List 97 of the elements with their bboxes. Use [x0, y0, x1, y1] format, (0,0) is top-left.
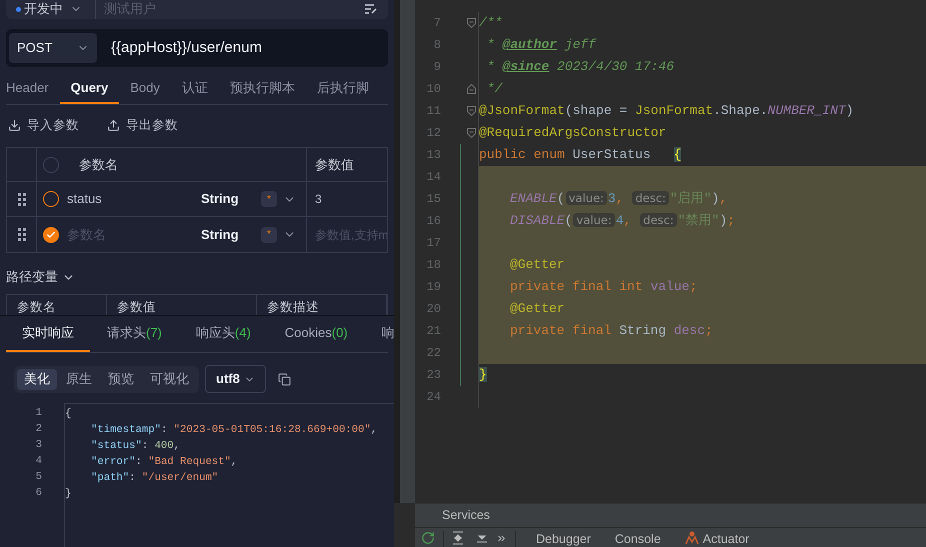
check-icon — [46, 230, 56, 240]
line-number: 8 — [432, 37, 441, 54]
type-label[interactable]: String — [201, 189, 261, 209]
line-number: 6 — [34, 486, 42, 501]
row-checkbox[interactable] — [43, 191, 59, 207]
line-number: 19 — [426, 279, 441, 296]
more-icon[interactable] — [496, 533, 507, 544]
line-number: 9 — [432, 59, 441, 76]
line-number: 20 — [426, 301, 441, 318]
line-number: 16 — [426, 213, 441, 230]
code-line: @Getter — [510, 256, 565, 274]
code-line: private final int value; — [510, 278, 698, 296]
row-checkbox[interactable] — [43, 226, 59, 242]
drag-handle-icon[interactable] — [18, 192, 26, 206]
code-line: private final String desc; — [510, 322, 713, 340]
param-value-field[interactable]: 3 — [307, 190, 387, 208]
line-number: 3 — [34, 438, 42, 453]
line-number: 5 — [34, 470, 42, 485]
panel-title: Services — [442, 507, 490, 524]
required-toggle[interactable]: * — [261, 226, 277, 242]
code-line: public enum UserStatus { — [479, 146, 682, 164]
column-header: 参数描述 — [267, 300, 319, 314]
url-bar[interactable]: POST {{appHost}}/user/enum — [6, 29, 388, 67]
line-number: 12 — [426, 125, 441, 142]
line-number: 15 — [426, 191, 441, 208]
view-mode-tab[interactable]: 预览 — [101, 368, 141, 390]
code-line: @RequiredArgsConstructor — [479, 124, 666, 142]
column-header: 参数名 — [79, 156, 118, 174]
line-number: 14 — [426, 169, 441, 186]
line-number: 11 — [426, 103, 441, 120]
request-tab[interactable]: Header — [6, 73, 60, 104]
fold-icon[interactable] — [467, 128, 476, 138]
request-tab[interactable]: Body — [119, 73, 171, 104]
code-line: */ — [486, 80, 502, 98]
line-number: 24 — [426, 389, 441, 406]
code-line: * @since 2023/4/30 17:46 — [486, 58, 674, 76]
view-mode-tab[interactable]: 可视化 — [143, 368, 196, 390]
code-line: /** — [479, 14, 502, 32]
request-tab[interactable]: 预执行脚本 — [218, 73, 306, 104]
panel-tab[interactable]: Debugger — [524, 531, 603, 547]
response-tab[interactable]: 实时响应 — [6, 316, 90, 352]
type-label[interactable]: String — [201, 224, 261, 244]
column-header: 参数值 — [314, 156, 354, 174]
line-number: 22 — [426, 345, 441, 362]
code-line: * @author jeff — [486, 36, 596, 54]
response-tab[interactable]: 响应头(4) — [178, 316, 268, 352]
upload-icon — [107, 118, 120, 132]
column-header: 参数值 — [117, 300, 156, 314]
panel-tab[interactable]: Console — [602, 531, 673, 547]
copy-icon[interactable] — [278, 372, 291, 386]
view-mode-tab[interactable]: 原生 — [59, 368, 99, 390]
fold-icon[interactable] — [467, 106, 476, 116]
line-number: 10 — [426, 81, 441, 98]
line-number: 23 — [426, 367, 441, 384]
response-tab[interactable]: Cookies(0) — [268, 316, 365, 352]
select-all-checkbox[interactable] — [43, 156, 59, 172]
code-line: "path": "/user/enum" — [91, 471, 218, 486]
column-header: 参数名 — [17, 300, 56, 314]
code-line: "error": "Bad Request", — [91, 455, 238, 470]
line-number: 13 — [426, 147, 441, 164]
panel-tab[interactable]: Actuator — [672, 531, 762, 547]
code-line: "status": 400, — [91, 439, 180, 454]
fold-icon[interactable] — [467, 18, 476, 28]
code-line: @JsonFormat(shape = JsonFormat.Shape.NUMBER_INT) — [479, 102, 854, 120]
code-line: @Getter — [510, 300, 565, 318]
line-number: 4 — [34, 454, 42, 469]
line-number: 18 — [426, 257, 441, 274]
expand-all-icon[interactable] — [452, 531, 464, 545]
environment-select[interactable]: 开发中 — [6, 0, 96, 19]
path-variables-toggle[interactable]: 路径变量 — [6, 268, 75, 286]
actuator-icon — [684, 531, 699, 545]
view-mode-tab[interactable]: 美化 — [17, 368, 57, 390]
line-number: 1 — [34, 406, 42, 421]
request-tab[interactable]: 后执行脚 — [306, 73, 380, 104]
rerun-icon[interactable] — [421, 531, 435, 545]
response-tab[interactable]: 响 — [364, 316, 394, 352]
required-toggle[interactable]: * — [261, 191, 277, 207]
download-icon — [8, 118, 21, 132]
url-field[interactable]: {{appHost}}/user/enum — [97, 36, 385, 60]
method-select[interactable]: POST — [9, 33, 97, 63]
line-number: 21 — [426, 323, 441, 340]
encoding-select[interactable]: utf8 — [205, 365, 266, 393]
code-line: "timestamp": "2023-05-01T05:16:28.669+00:00", — [91, 423, 378, 438]
import-params-button[interactable]: 导入参数 — [8, 116, 79, 134]
request-tab[interactable]: Query — [60, 73, 120, 104]
line-number: 2 — [34, 422, 42, 437]
export-params-button[interactable]: 导出参数 — [107, 116, 178, 134]
param-name-field[interactable]: status — [67, 189, 187, 209]
line-number: 17 — [426, 235, 441, 252]
line-number: 7 — [432, 15, 441, 32]
fold-icon[interactable] — [467, 84, 476, 94]
code-line: { — [65, 407, 72, 422]
drag-handle-icon[interactable] — [18, 228, 26, 241]
edit-list-icon[interactable] — [364, 4, 378, 14]
code-line: } — [65, 487, 72, 502]
request-tab[interactable]: 认证 — [170, 73, 219, 104]
response-tab[interactable]: 请求头(7) — [90, 316, 179, 352]
